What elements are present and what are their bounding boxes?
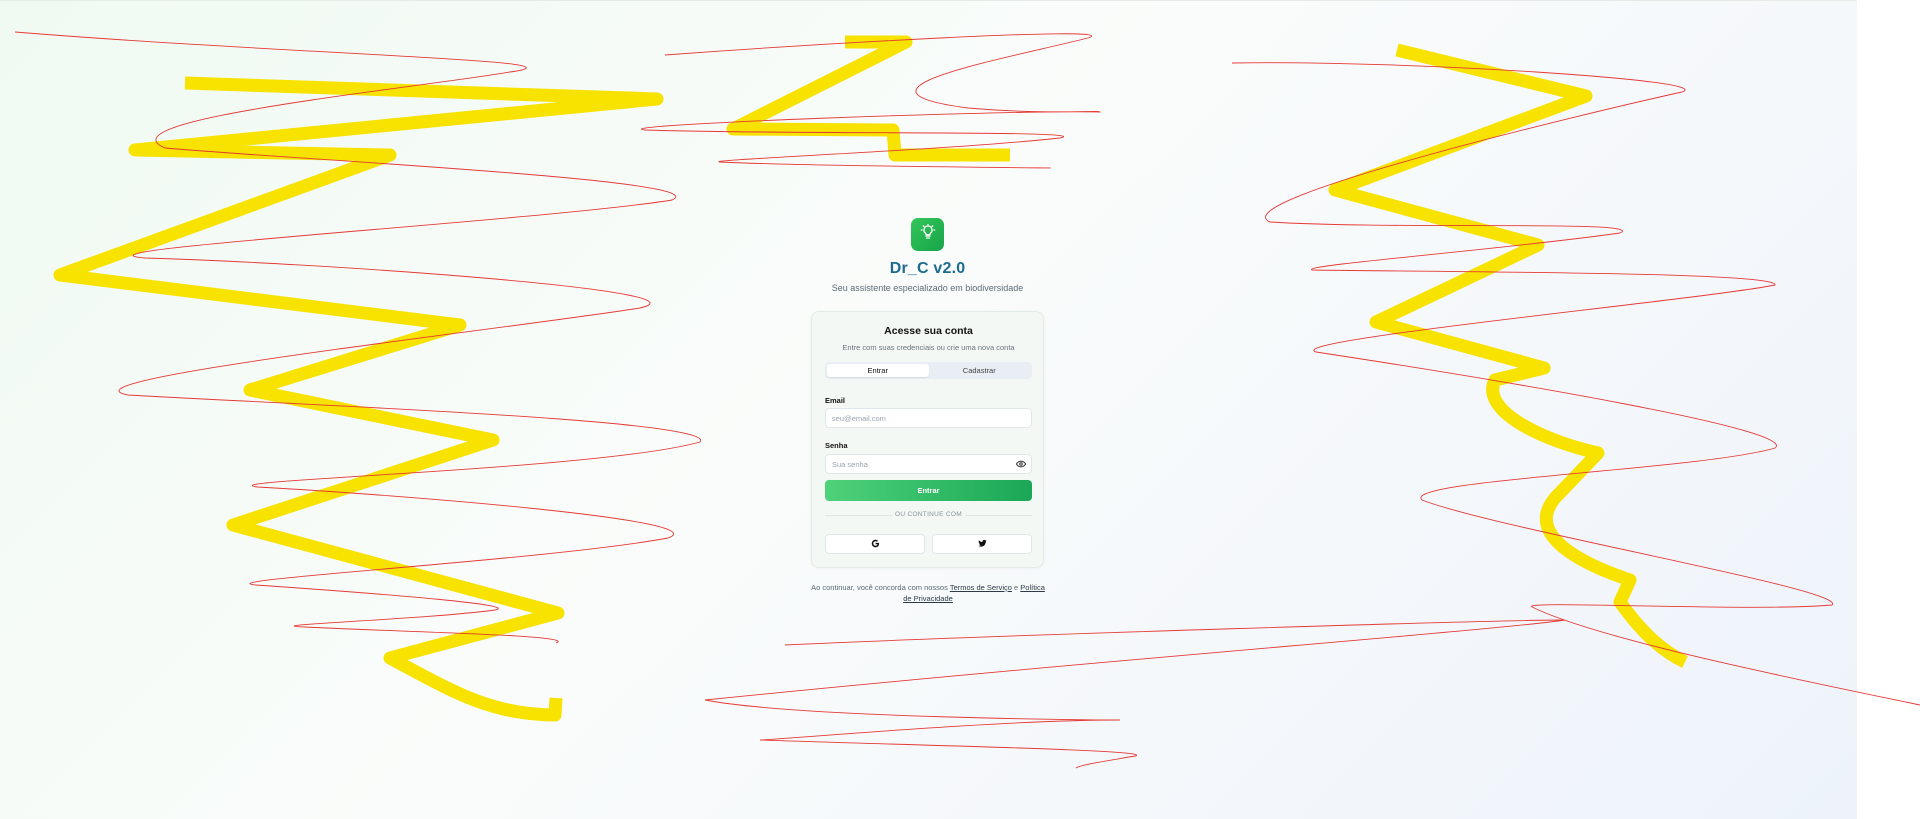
window-edge (1857, 0, 1920, 819)
password-field[interactable] (825, 454, 1032, 474)
legal-prefix: Ao continuar, você concorda com nossos (811, 583, 950, 592)
tab-entrar[interactable]: Entrar (827, 364, 929, 377)
legal-conjunction: e (1011, 583, 1021, 592)
google-icon (871, 535, 880, 553)
app-subtitle: Seu assistente especializado em biodiver… (831, 283, 1024, 293)
google-login-button[interactable] (825, 534, 925, 554)
login-card: Acesse sua conta Entre com suas credenci… (811, 311, 1044, 568)
twitter-login-button[interactable] (932, 534, 1032, 554)
card-title: Acesse sua conta (884, 325, 973, 337)
eye-icon[interactable] (1015, 458, 1027, 470)
card-description: Entre com suas credenciais ou crie uma n… (842, 343, 1015, 352)
auth-tabs: Entrar Cadastrar (825, 362, 1032, 379)
app-title: Dr_C v2.0 (889, 260, 966, 277)
legal-notice: Ao continuar, você concorda com nossos T… (808, 582, 1048, 604)
tab-cadastrar[interactable]: Cadastrar (929, 364, 1031, 377)
app-logo (911, 218, 944, 251)
password-label: Senha (825, 441, 848, 450)
email-label: Email (825, 396, 846, 405)
terms-link[interactable]: Termos de Serviço (950, 583, 1012, 592)
divider-text: OU CONTINUE COM (892, 511, 965, 518)
twitter-icon (977, 535, 987, 553)
login-submit-button[interactable]: Entrar (825, 480, 1032, 501)
login-page: Dr_C v2.0 Seu assistente especializado e… (0, 0, 1857, 819)
lightbulb-icon (920, 223, 936, 245)
email-field[interactable] (825, 408, 1032, 428)
